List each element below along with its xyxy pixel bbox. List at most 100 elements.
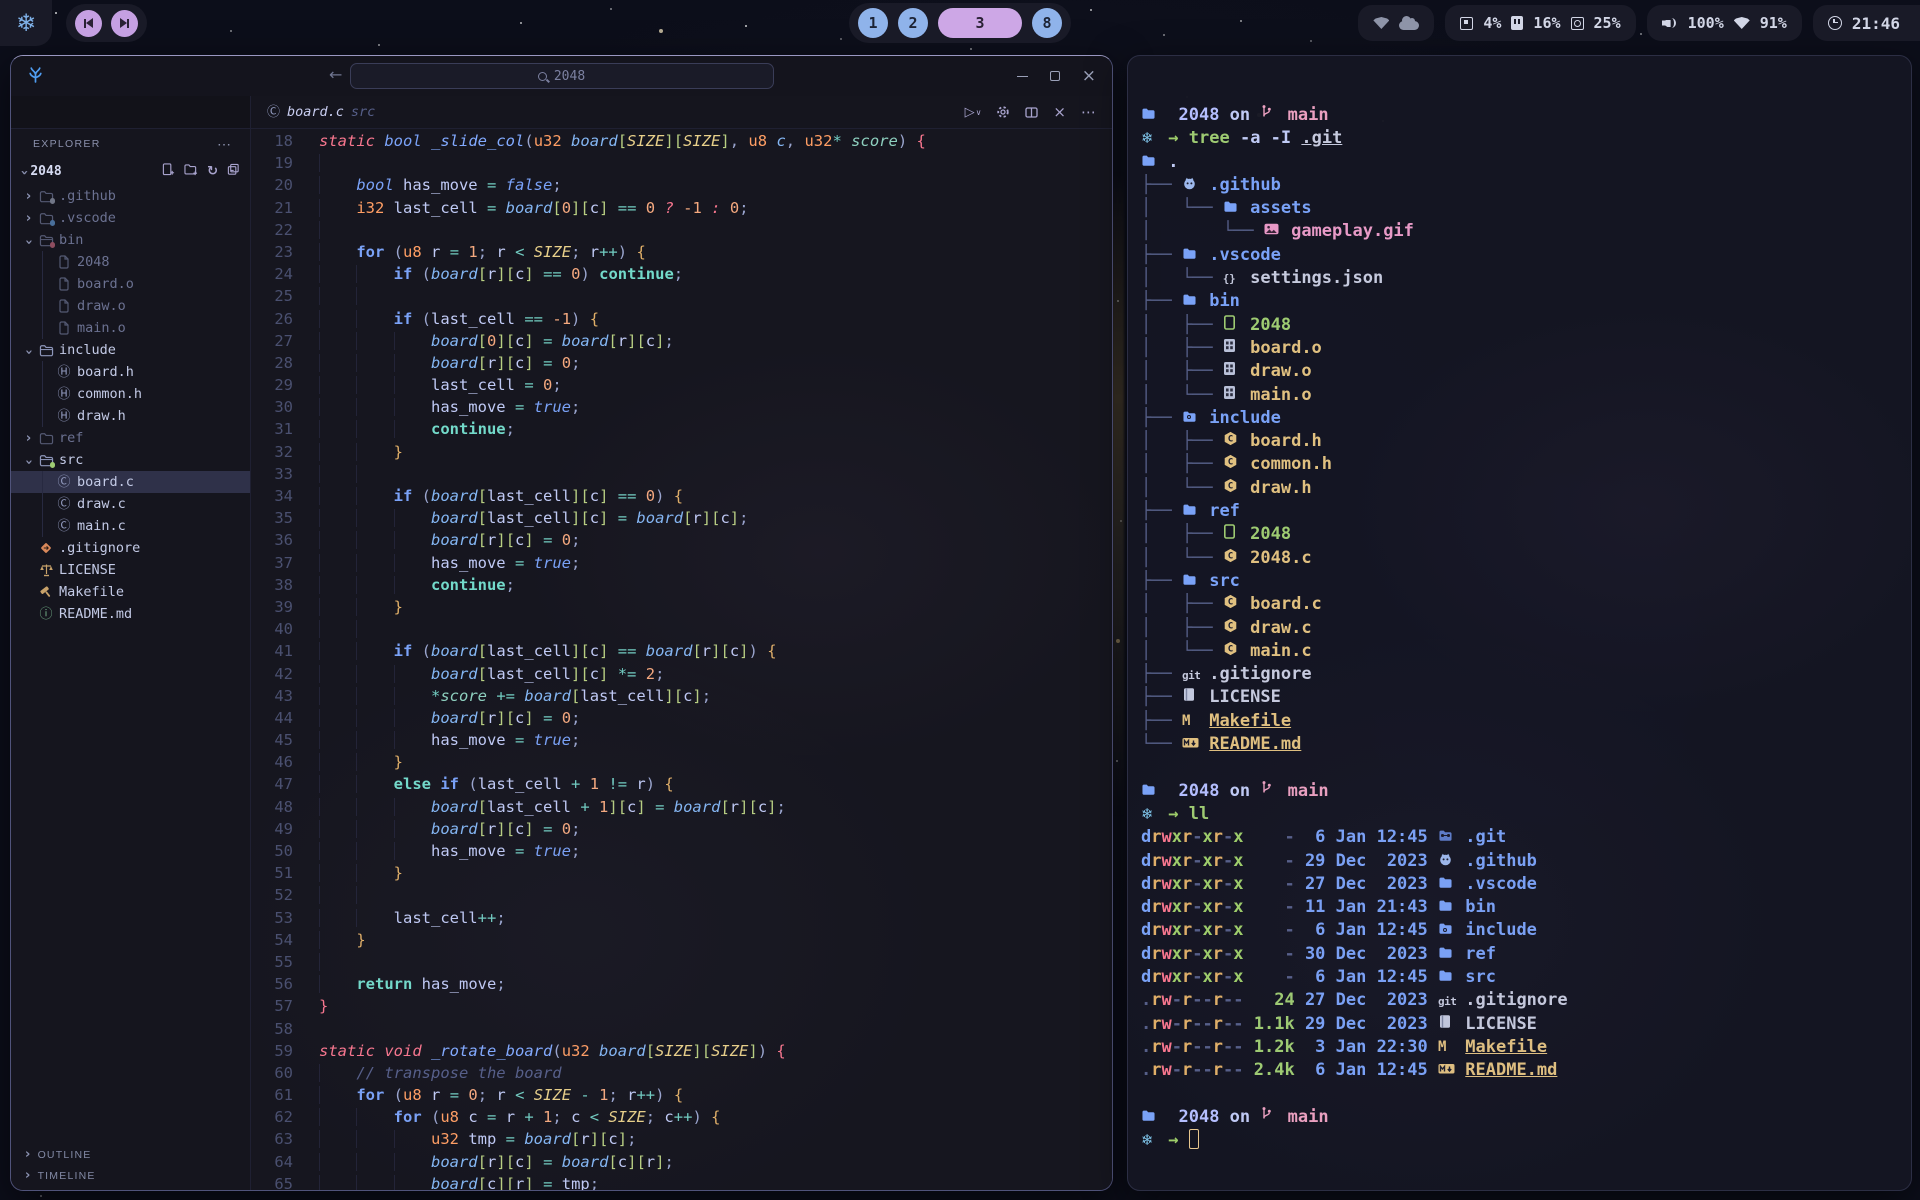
- line-number: 39: [251, 596, 293, 618]
- code-line: 21 i32 last_cell = board[0][c] == 0 ? -1…: [251, 197, 1112, 219]
- outline-panel[interactable]: › OUTLINE: [11, 1144, 250, 1165]
- run-code-icon[interactable]: ▷∨: [965, 105, 982, 120]
- workspace-8[interactable]: 8: [1032, 8, 1062, 38]
- emm-icon: M: [1182, 709, 1199, 733]
- terminal-line: │ └── gameplay.gif: [1141, 220, 1911, 243]
- explorer-item-board.h[interactable]: Ⓗboard.h: [11, 361, 250, 383]
- terminal-line: │ ├── 2048: [1141, 314, 1911, 337]
- minimize-button[interactable]: [1017, 76, 1028, 77]
- code-line: 63 u32 tmp = board[r][c];: [251, 1128, 1112, 1150]
- new-file-icon[interactable]: [162, 163, 175, 180]
- media-next-button[interactable]: [111, 10, 138, 37]
- terminal-line: │ ├── 2048: [1141, 523, 1911, 546]
- code-line: 32 }: [251, 441, 1112, 463]
- code-line: 25: [251, 285, 1112, 307]
- chevron-right-icon: ›: [25, 1147, 32, 1162]
- explorer-item-main.c[interactable]: Ⓒmain.c: [11, 515, 250, 537]
- image-icon: [1264, 220, 1281, 243]
- launcher-button[interactable]: ❄: [0, 0, 52, 46]
- media-controls: [66, 4, 147, 42]
- folder-o-icon: [37, 432, 55, 445]
- explorer-item-include[interactable]: ›include: [11, 339, 250, 361]
- terminal-line: drwxr-xr-x - 30 Dec 2023 ref: [1141, 943, 1911, 966]
- explorer-item-Makefile[interactable]: Makefile: [11, 581, 250, 603]
- collapse-all-icon[interactable]: [227, 163, 240, 180]
- galaxy-streak: [1112, 170, 1124, 820]
- explorer-item-board.c[interactable]: Ⓒboard.c: [11, 471, 250, 493]
- explorer-item-README.md[interactable]: ⓘREADME.md: [11, 603, 250, 625]
- tab-board-c[interactable]: Ⓒ board.c src: [267, 104, 375, 120]
- editor-titlebar[interactable]: ← → 2048 ×: [11, 56, 1112, 96]
- explorer-item-src[interactable]: ›src: [11, 449, 250, 471]
- disk-usage: 25%: [1594, 14, 1621, 32]
- window-controls: ×: [1017, 56, 1096, 96]
- terminal-line: │ └── C main.c: [1141, 640, 1911, 663]
- workspace-2[interactable]: 2: [898, 8, 928, 38]
- explorer-item-2048[interactable]: 2048: [11, 251, 250, 273]
- refresh-icon[interactable]: ↻: [207, 164, 218, 179]
- timeline-panel[interactable]: › TIMELINE: [11, 1165, 250, 1186]
- close-editor-icon[interactable]: ×: [1053, 103, 1066, 121]
- explorer-item-label: ref: [59, 430, 83, 446]
- c-circle-icon: Ⓒ: [55, 476, 73, 489]
- terminal-line: drwxr-xr-x - 6 Jan 12:45 include: [1141, 919, 1911, 942]
- terminal-window[interactable]: 2048 on main❄ → tree -a -I .git .├── .gi…: [1127, 55, 1912, 1191]
- explorer-item-bin[interactable]: ›bin: [11, 229, 250, 251]
- git-diamond-icon: [37, 541, 55, 555]
- settings-gear-icon[interactable]: [996, 105, 1010, 119]
- line-number: 24: [251, 263, 293, 285]
- maximize-button[interactable]: [1050, 71, 1060, 81]
- explorer-tree: ›.github›.vscode›bin2048board.odraw.omai…: [11, 185, 250, 625]
- line-number: 55: [251, 951, 293, 973]
- terminal-line: [1141, 756, 1911, 779]
- h-circle-icon: Ⓗ: [55, 366, 73, 379]
- code-text: last_cell++;: [293, 907, 506, 929]
- code-line: 52: [251, 884, 1112, 906]
- line-number: 48: [251, 796, 293, 818]
- split-editor-icon[interactable]: [1025, 107, 1038, 118]
- explorer-item-draw.o[interactable]: draw.o: [11, 295, 250, 317]
- explorer-root[interactable]: › 2048 ↻: [11, 159, 250, 183]
- nav-back-icon[interactable]: ←: [329, 65, 342, 84]
- code-line: 24 if (board[r][c] == 0) continue;: [251, 263, 1112, 285]
- code-line: 46 }: [251, 751, 1112, 773]
- code-text: // transpose the board: [293, 1062, 562, 1084]
- explorer-item-ref[interactable]: ›ref: [11, 427, 250, 449]
- command-center-search[interactable]: 2048: [350, 63, 774, 89]
- line-number: 54: [251, 929, 293, 951]
- explorer-item-.gitignore[interactable]: .gitignore: [11, 537, 250, 559]
- close-button[interactable]: ×: [1082, 68, 1096, 85]
- branch-icon: [1260, 104, 1277, 127]
- skip-forward-icon: [120, 18, 130, 28]
- svg-text:C: C: [1228, 621, 1233, 631]
- code-line: 31 continue;: [251, 418, 1112, 440]
- code-text: [293, 152, 356, 174]
- explorer-item-draw.h[interactable]: Ⓗdraw.h: [11, 405, 250, 427]
- explorer-item-main.o[interactable]: main.o: [11, 317, 250, 339]
- new-folder-icon[interactable]: [184, 163, 198, 180]
- code-line: 49 board[r][c] = 0;: [251, 818, 1112, 840]
- terminal-line: ├── git .gitignore: [1141, 663, 1911, 686]
- cfile-icon: C: [1223, 593, 1240, 616]
- line-number: 36: [251, 529, 293, 551]
- nix-icon: ❄: [1141, 803, 1158, 826]
- code-editor[interactable]: 18static bool _slide_col(u32 board[SIZE]…: [251, 129, 1112, 1190]
- line-number: 23: [251, 241, 293, 263]
- explorer-item-common.h[interactable]: Ⓗcommon.h: [11, 383, 250, 405]
- volume-level: 100%: [1688, 14, 1724, 32]
- more-actions-icon[interactable]: ⋯: [1081, 103, 1096, 121]
- media-prev-button[interactable]: [75, 10, 102, 37]
- explorer-item-draw.c[interactable]: Ⓒdraw.c: [11, 493, 250, 515]
- folder-t-icon: [1438, 966, 1455, 989]
- workspace-3[interactable]: 3: [938, 8, 1022, 38]
- workspace-1[interactable]: 1: [858, 8, 888, 38]
- explorer-more-icon[interactable]: ⋯: [217, 136, 232, 153]
- branch-icon: [1260, 1106, 1277, 1129]
- explorer-item-board.o[interactable]: board.o: [11, 273, 250, 295]
- terminal-line: .rw-r--r-- 1.1k 29 Dec 2023 LICENSE: [1141, 1013, 1911, 1036]
- explorer-item-.vscode[interactable]: ›.vscode: [11, 207, 250, 229]
- explorer-item-LICENSE[interactable]: LICENSE: [11, 559, 250, 581]
- explorer-item-.github[interactable]: ›.github: [11, 185, 250, 207]
- file-o-icon: [55, 299, 73, 313]
- code-line: 54 }: [251, 929, 1112, 951]
